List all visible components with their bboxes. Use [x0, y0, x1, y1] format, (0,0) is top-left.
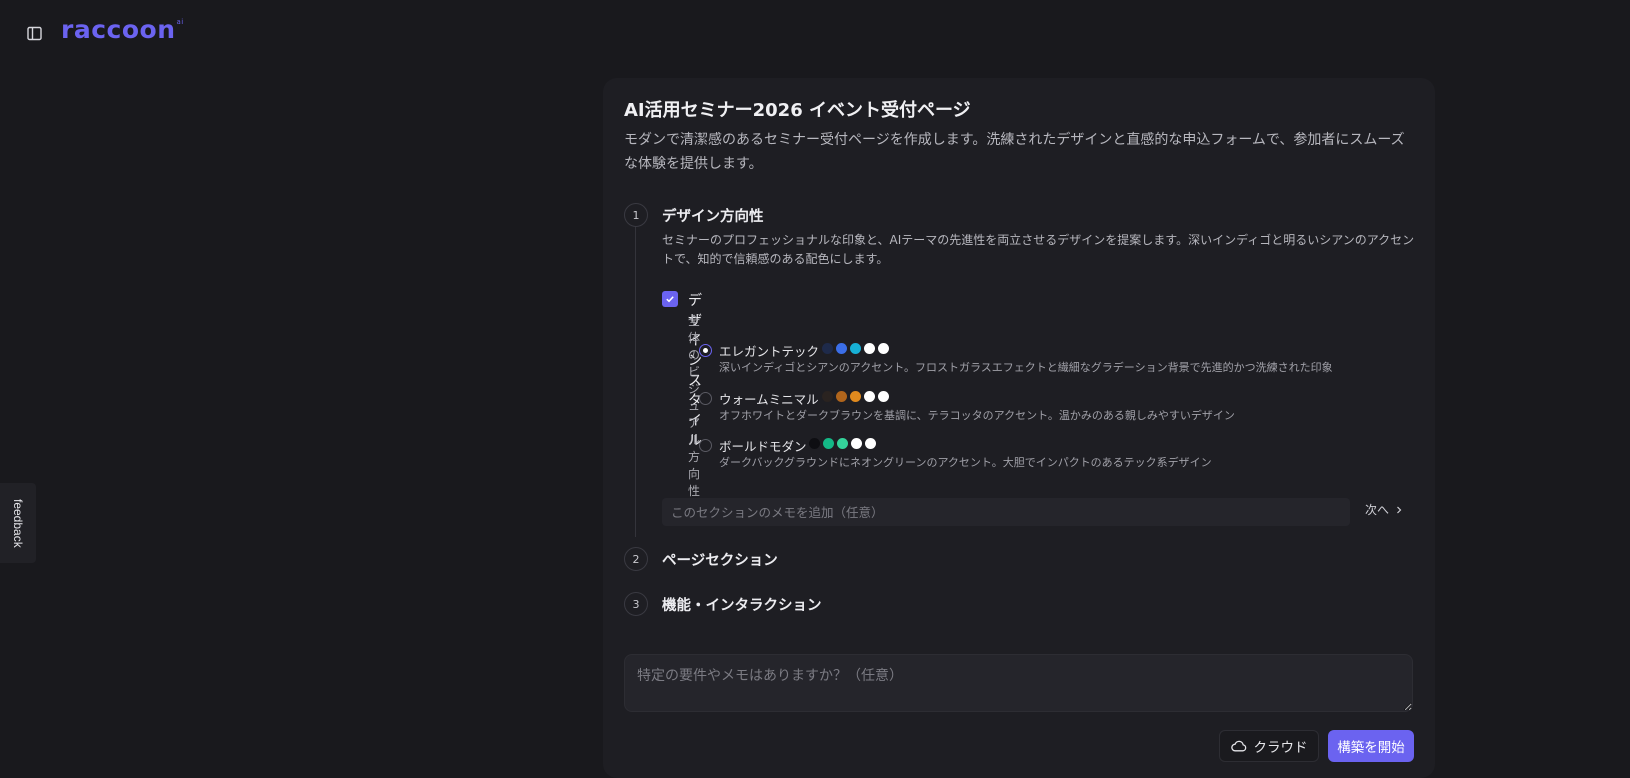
color-swatch	[865, 438, 876, 449]
option-description: オフホワイトとダークブラウンを基調に、テラコッタのアクセント。温かみのある親しみ…	[719, 409, 1235, 422]
color-swatch	[836, 343, 847, 354]
step-title[interactable]: デザイン方向性	[662, 205, 764, 226]
step-title[interactable]: 機能・インタラクション	[662, 594, 822, 615]
color-swatch	[809, 438, 820, 449]
color-swatch	[822, 343, 833, 354]
step-number: 3	[624, 592, 648, 616]
design-style-checkbox[interactable]	[662, 291, 678, 307]
color-swatches	[822, 391, 889, 402]
top-bar: raccoon ai	[0, 0, 1630, 64]
cloud-icon	[1230, 740, 1246, 752]
color-swatch	[823, 438, 834, 449]
next-button[interactable]: 次へ	[1365, 501, 1403, 518]
radio-button-selected[interactable]	[699, 344, 712, 357]
raccoon-logo[interactable]: raccoon ai	[61, 15, 184, 47]
option-name: ウォームミニマル	[719, 392, 819, 407]
color-swatch	[878, 391, 889, 402]
color-swatch	[864, 343, 875, 354]
color-swatches	[809, 438, 876, 449]
check-icon	[666, 296, 674, 303]
cloud-button[interactable]: クラウド	[1219, 730, 1319, 762]
radio-button[interactable]	[699, 392, 712, 405]
color-swatch	[851, 438, 862, 449]
option-description: ダークバックグラウンドにネオングリーンのアクセント。大胆でインパクトのあるテック…	[719, 456, 1212, 469]
step-title[interactable]: ページセクション	[662, 549, 778, 570]
step-connector-line	[635, 227, 636, 537]
logo-badge: ai	[176, 18, 184, 26]
step-number: 1	[624, 203, 648, 227]
cloud-label: クラウド	[1253, 740, 1308, 756]
start-build-button[interactable]: 構築を開始	[1328, 730, 1414, 762]
feedback-tab[interactable]: feedback	[0, 483, 36, 563]
option-description: 深いインディゴとシアンのアクセント。フロストガラスエフェクトと繊細なグラデーショ…	[719, 361, 1333, 374]
option-name: エレガントテック	[719, 344, 820, 359]
step-description: セミナーのプロフェッショナルな印象と、AIテーマの先進性を両立させるデザインを提…	[662, 233, 1415, 266]
option-name: ボールドモダン	[719, 439, 807, 454]
feedback-label: feedback	[11, 498, 25, 548]
color-swatch	[850, 343, 861, 354]
section-memo-input[interactable]	[662, 498, 1350, 526]
requirements-textarea[interactable]	[624, 654, 1413, 712]
sidebar-toggle-icon[interactable]	[25, 24, 43, 42]
page-title: AI活用セミナー2026 イベント受付ページ	[624, 100, 971, 121]
logo-text: raccoon	[61, 15, 176, 44]
color-swatches	[822, 343, 889, 354]
color-swatch	[850, 391, 861, 402]
color-swatch	[822, 391, 833, 402]
color-swatch	[837, 438, 848, 449]
next-label: 次へ	[1365, 503, 1390, 517]
plan-card: AI活用セミナー2026 イベント受付ページ モダンで清潔感のあるセミナー受付ペ…	[603, 78, 1435, 778]
page-description: モダンで清潔感のあるセミナー受付ページを作成します。洗練されたデザインと直感的な…	[624, 132, 1405, 172]
step-number: 2	[624, 547, 648, 571]
group-subtitle: 全体のビジュアル方向性	[688, 314, 701, 498]
color-swatch	[864, 391, 875, 402]
radio-button[interactable]	[699, 439, 712, 452]
color-swatch	[878, 343, 889, 354]
color-swatch	[836, 391, 847, 402]
chevron-right-icon	[1397, 506, 1402, 513]
